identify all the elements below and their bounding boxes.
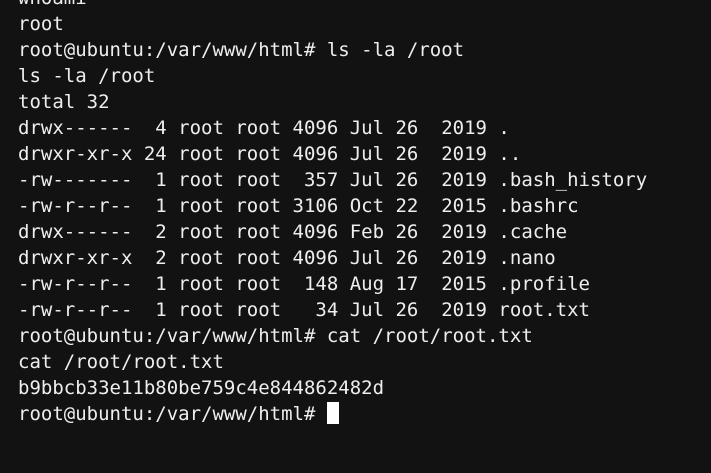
output-line: drwx------ 2 root root 4096 Feb 26 2019 … bbox=[18, 221, 568, 243]
output-line: drwxr-xr-x 24 root root 4096 Jul 26 2019… bbox=[18, 143, 522, 165]
prompt-line[interactable]: root@ubuntu:/var/www/html# bbox=[18, 401, 647, 427]
output-line: b9bbcb33e11b80be759c4e844862482d bbox=[18, 377, 385, 399]
shell-prompt: root@ubuntu:/var/www/html# bbox=[18, 403, 327, 425]
output-line: -rw-r--r-- 1 root root 148 Aug 17 2015 .… bbox=[18, 273, 590, 295]
output-line: total 32 bbox=[18, 91, 110, 113]
output-line: drwx------ 4 root root 4096 Jul 26 2019 … bbox=[18, 117, 510, 139]
output-line: ls -la /root bbox=[18, 65, 156, 87]
output-line: -rw------- 1 root root 357 Jul 26 2019 .… bbox=[18, 169, 648, 191]
output-line: cat /root/root.txt bbox=[18, 351, 224, 373]
text-cursor bbox=[326, 402, 339, 424]
output-line: -rw-r--r-- 1 root root 3106 Oct 22 2015 … bbox=[18, 195, 579, 217]
output-line: root@ubuntu:/var/www/html# cat /root/roo… bbox=[18, 325, 533, 347]
terminal-window[interactable]: whoami root root@ubuntu:/var/www/html# l… bbox=[0, 0, 711, 473]
output-line: root bbox=[18, 13, 64, 35]
terminal-output: whoami root root@ubuntu:/var/www/html# l… bbox=[18, 0, 647, 427]
output-line: drwxr-xr-x 2 root root 4096 Jul 26 2019 … bbox=[18, 247, 556, 269]
output-line: whoami bbox=[18, 0, 647, 11]
output-line: -rw-r--r-- 1 root root 34 Jul 26 2019 ro… bbox=[18, 299, 590, 321]
output-line: root@ubuntu:/var/www/html# ls -la /root bbox=[18, 39, 465, 61]
